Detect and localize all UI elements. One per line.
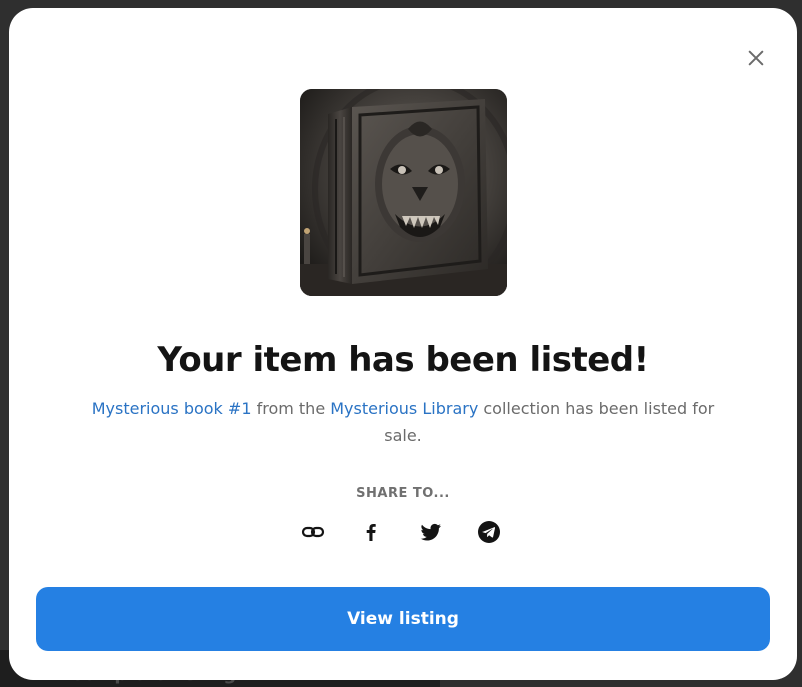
view-listing-button[interactable]: View listing xyxy=(36,587,770,651)
share-link-button[interactable] xyxy=(299,518,327,546)
link-icon xyxy=(301,526,325,538)
share-options xyxy=(299,518,509,546)
close-button[interactable] xyxy=(744,46,768,70)
facebook-icon xyxy=(366,524,376,541)
share-label: SHARE TO... xyxy=(356,486,450,501)
telegram-icon xyxy=(478,521,500,543)
share-twitter-button[interactable] xyxy=(417,518,445,546)
listing-description: Mysterious book #1 from the Mysterious L… xyxy=(73,395,733,449)
share-telegram-button[interactable] xyxy=(475,518,503,546)
collection-name-link[interactable]: Mysterious Library xyxy=(330,399,478,418)
twitter-icon xyxy=(420,523,441,541)
description-text-from: from the xyxy=(251,399,331,418)
book-illustration xyxy=(300,89,507,296)
item-name-link[interactable]: Mysterious book #1 xyxy=(92,399,252,418)
share-facebook-button[interactable] xyxy=(357,518,385,546)
item-image xyxy=(300,89,507,296)
listing-success-modal: Your item has been listed! Mysterious bo… xyxy=(9,8,797,680)
close-icon xyxy=(748,50,764,66)
success-title: Your item has been listed! xyxy=(157,340,649,380)
